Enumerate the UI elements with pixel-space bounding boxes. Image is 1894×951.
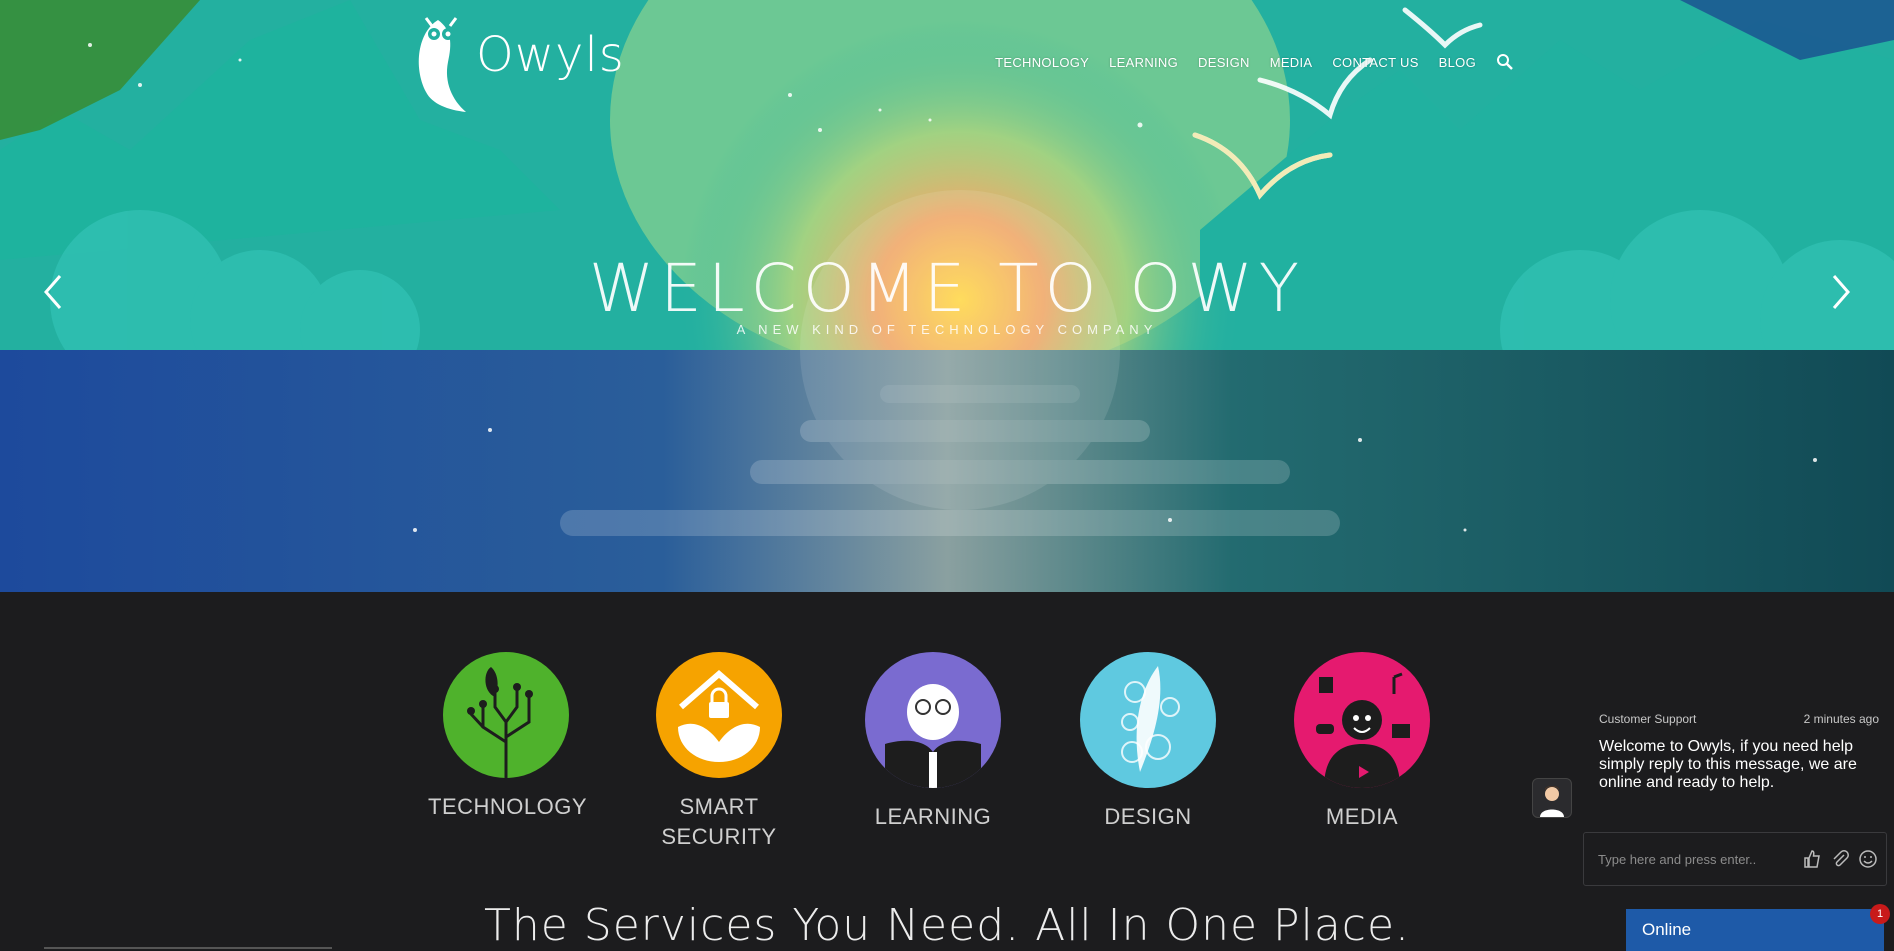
hero-title: WELCOME TO OWY	[588, 250, 1306, 327]
main-nav: TECHNOLOGY LEARNING DESIGN MEDIA CONTACT…	[995, 53, 1514, 71]
attachment-icon[interactable]	[1830, 849, 1850, 869]
unread-badge: 1	[1870, 904, 1890, 924]
service-label: MEDIA	[1325, 804, 1399, 829]
tagline: The Services You Need. All In One Place.	[483, 900, 1411, 951]
nav-item-design[interactable]: DESIGN	[1198, 55, 1250, 70]
nav-item-contact-us[interactable]: CONTACT US	[1332, 55, 1418, 70]
chat-message-panel: Customer Support 2 minutes ago Welcome t…	[1583, 700, 1889, 792]
house-lock-icon	[656, 652, 782, 778]
chat-input[interactable]	[1584, 850, 1802, 868]
chat-timestamp: 2 minutes ago	[1803, 712, 1879, 726]
nav-item-media[interactable]: MEDIA	[1270, 55, 1313, 70]
divider	[44, 947, 332, 949]
feather-bubbles-icon	[1080, 652, 1216, 788]
service-label: DESIGN	[1104, 804, 1192, 829]
nav-item-technology[interactable]: TECHNOLOGY	[995, 55, 1089, 70]
hero-slider: Owyls TECHNOLOGY LEARNING DESIGN MEDIA C…	[0, 0, 1894, 592]
slider-prev-arrow-icon[interactable]	[38, 272, 68, 312]
hero-subtitle: A NEW KIND OF TECHNOLOGY COMPANY	[736, 322, 1158, 337]
media-person-icon	[1294, 652, 1430, 788]
tree-circuit-icon	[443, 652, 569, 778]
service-design[interactable]: DESIGN	[1080, 652, 1216, 832]
search-icon[interactable]	[1496, 53, 1514, 71]
owl-logo-icon	[418, 17, 466, 112]
service-label: SMART SECURITY	[661, 794, 777, 849]
service-technology[interactable]: TECHNOLOGY	[428, 652, 588, 822]
service-smart-security[interactable]: SMART SECURITY	[650, 652, 788, 852]
chat-message: Welcome to Owyls, if you need help simpl…	[1599, 738, 1857, 791]
brand-logo[interactable]: Owyls	[408, 12, 625, 112]
service-label: TECHNOLOGY	[428, 794, 588, 819]
service-learning[interactable]: LEARNING	[858, 652, 1008, 832]
chat-status-bar[interactable]: Online	[1626, 909, 1884, 951]
thumbs-up-icon[interactable]	[1802, 849, 1822, 869]
nav-item-learning[interactable]: LEARNING	[1109, 55, 1178, 70]
slider-next-arrow-icon[interactable]	[1826, 272, 1856, 312]
agent-avatar	[1532, 778, 1572, 818]
emoji-icon[interactable]	[1858, 849, 1878, 869]
brand-name: Owyls	[476, 27, 625, 83]
nav-item-blog[interactable]: BLOG	[1439, 55, 1476, 70]
owl-book-icon	[865, 652, 1001, 788]
chat-input-box	[1583, 832, 1887, 886]
chat-agent-name: Customer Support	[1599, 712, 1697, 726]
service-media[interactable]: MEDIA	[1292, 652, 1432, 832]
service-label: LEARNING	[874, 804, 992, 829]
